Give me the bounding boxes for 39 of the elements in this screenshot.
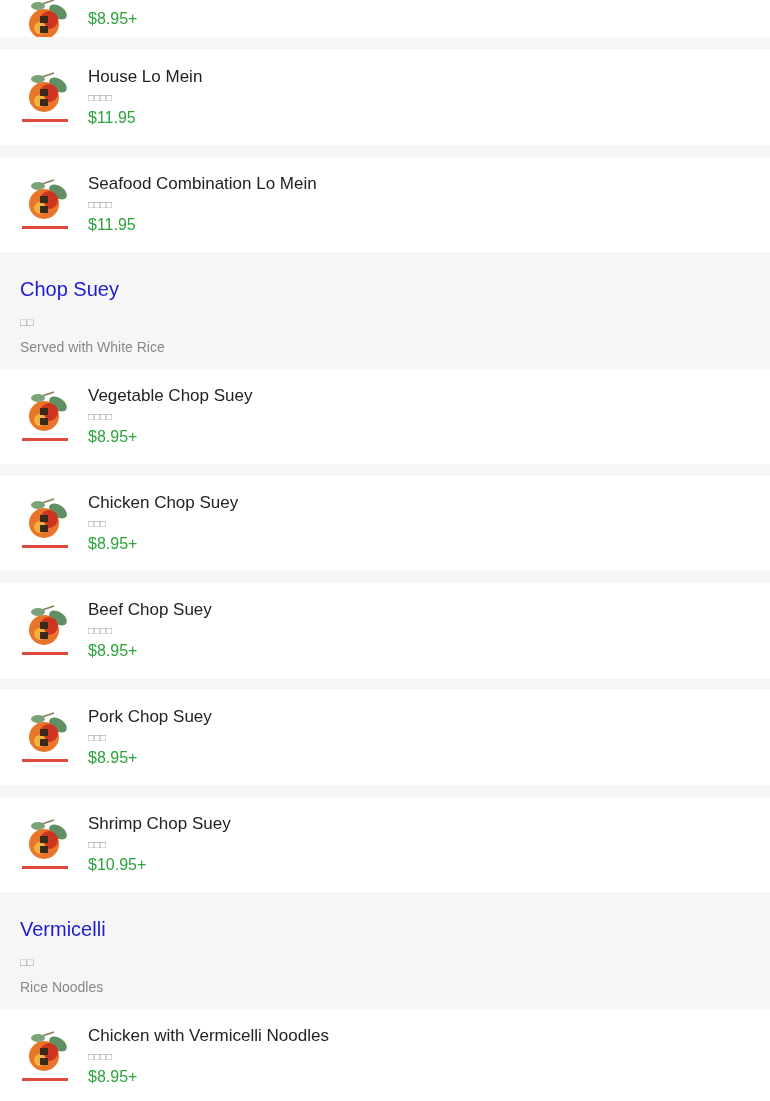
menu-item-card[interactable]: Seafood Combination Lo Mein □□□□ $11.95 [0, 157, 770, 252]
item-chinese-name: □□□□ [88, 409, 114, 424]
menu-item-card[interactable]: House Lo Mein □□□□ $11.95 [0, 50, 770, 145]
item-name: Beef Chop Suey [88, 599, 212, 620]
item-name: Chicken Chop Suey [88, 492, 239, 513]
menu-item-card[interactable]: Beef Chop Suey □□□□ $8.95+ [0, 583, 770, 678]
item-name: Chicken with Vermicelli Noodles [88, 1025, 329, 1046]
category-title: Vermicelli [20, 917, 106, 941]
item-chinese-name: □□□ [88, 730, 108, 745]
item-name: House Lo Mein [88, 66, 203, 87]
category-description: Served with White Rice [20, 338, 165, 356]
item-name: Seafood Combination Lo Mein [88, 173, 317, 194]
item-chinese-name: □□□ [88, 837, 108, 852]
category-chinese-name: □□ [20, 315, 34, 329]
item-price: $8.95+ [88, 747, 139, 768]
item-price: $8.95+ [88, 426, 139, 447]
item-price: $8.95+ [88, 533, 139, 554]
menu-item-card[interactable]: Pork Chop Suey □□□ $8.95+ [0, 690, 770, 785]
category-description: Rice Noodles [20, 978, 104, 996]
item-chinese-name: □□□□ [88, 623, 114, 638]
category-title: Chop Suey [20, 277, 119, 301]
item-chinese-name: □□□□ [88, 90, 114, 105]
menu-item-card[interactable]: Chicken Chop Suey □□□ $8.95+ [0, 476, 770, 571]
item-price: $11.95 [88, 214, 137, 235]
item-chinese-name: □□□□ [88, 1049, 114, 1064]
item-price: $8.95+ [88, 640, 139, 661]
category-chinese-name: □□ [20, 955, 34, 969]
item-price: $8.95+ [88, 1066, 139, 1087]
item-name: Shrimp Chop Suey [88, 813, 231, 834]
item-price: $8.95+ [88, 9, 138, 29]
menu-item-card[interactable]: Chicken with Vermicelli Noodles □□□□ $8.95+ [0, 1009, 770, 1101]
item-chinese-name: □□□□ [88, 197, 114, 212]
menu-item-card[interactable]: Shrimp Chop Suey □□□ $10.95+ [0, 797, 770, 892]
item-name: Pork Chop Suey [88, 706, 212, 727]
item-name: Vegetable Chop Suey [88, 385, 253, 406]
item-price: $11.95 [88, 107, 137, 128]
item-chinese-name: □□□ [88, 516, 108, 531]
menu-item-card[interactable]: Vegetable Chop Suey □□□□ $8.95+ [0, 369, 770, 464]
item-price: $10.95+ [88, 854, 148, 875]
